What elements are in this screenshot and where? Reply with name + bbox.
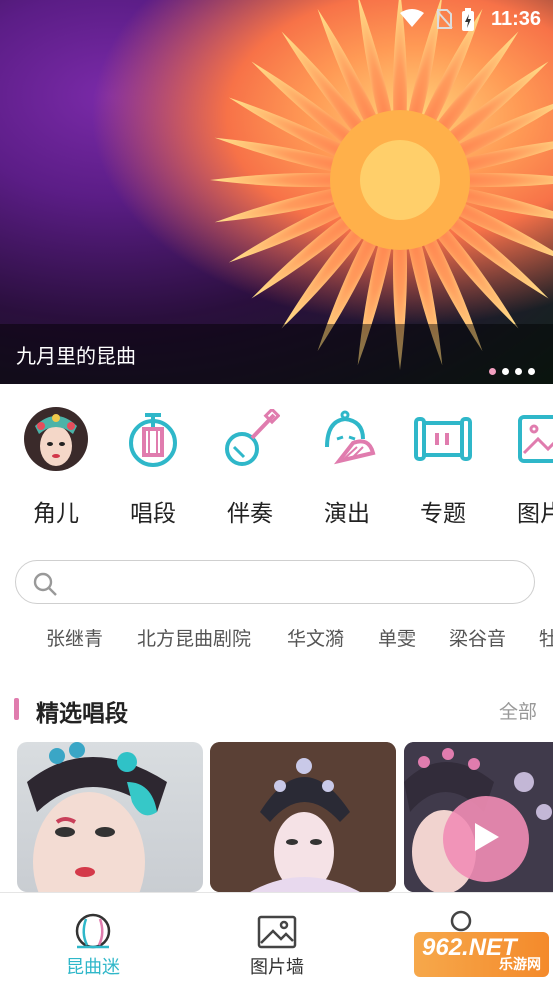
- section-title: 精选唱段: [36, 701, 128, 727]
- category-label: 伴奏: [227, 501, 273, 527]
- carousel-dot[interactable]: [528, 368, 535, 375]
- no-sim-icon: [435, 8, 453, 35]
- opera-mask-fan-icon: [314, 406, 380, 472]
- carousel-dot[interactable]: [515, 368, 522, 375]
- category-tupian[interactable]: 图片: [500, 400, 553, 528]
- picture-icon: [507, 406, 553, 472]
- card-image: [27, 742, 167, 892]
- status-bar: 11:36: [0, 0, 553, 38]
- battery-icon: [461, 8, 475, 37]
- hot-tag[interactable]: 北方昆曲剧院: [137, 624, 251, 650]
- category-zhuanti[interactable]: 专题: [403, 400, 483, 528]
- section-more-link[interactable]: 全部: [499, 697, 537, 724]
- tab-kunqumi[interactable]: 昆曲迷: [28, 893, 158, 984]
- watermark-line2: 乐游网: [499, 956, 541, 972]
- hot-tag[interactable]: 单雯: [378, 624, 416, 650]
- category-label: 图片: [517, 501, 553, 527]
- category-yanchu[interactable]: 演出: [307, 400, 387, 528]
- featured-card[interactable]: [17, 742, 203, 892]
- hot-tag[interactable]: 梁谷音: [449, 624, 506, 650]
- watermark-logo: 962.NET 乐游网: [414, 932, 549, 977]
- featured-card[interactable]: [210, 742, 396, 892]
- hot-tag[interactable]: 张继青: [46, 624, 103, 650]
- play-icon: [471, 821, 501, 857]
- image-gallery-icon: [255, 909, 299, 949]
- instrument-icon: [120, 406, 186, 472]
- search-bar[interactable]: [15, 560, 535, 604]
- search-input[interactable]: [70, 569, 514, 597]
- pipa-icon: [217, 406, 283, 472]
- category-banzou[interactable]: 伴奏: [210, 400, 290, 528]
- category-label: 专题: [420, 501, 466, 527]
- category-label: 演出: [324, 501, 370, 527]
- opera-avatar-icon: [23, 406, 89, 472]
- category-jueer[interactable]: 角儿: [16, 400, 96, 528]
- card-image: [210, 742, 396, 892]
- banner-carousel[interactable]: 11:36 九月里的昆曲: [0, 0, 553, 384]
- carousel-dots: [489, 368, 535, 375]
- category-label: 唱段: [130, 501, 176, 527]
- hot-tag[interactable]: 牡: [539, 624, 553, 650]
- status-time: 11:36: [490, 8, 541, 30]
- carousel-dot[interactable]: [502, 368, 509, 375]
- search-icon: [32, 571, 58, 601]
- category-row: 角儿 唱段 伴奏 演出 专题 图片: [0, 400, 553, 540]
- hot-tags: 张继青 北方昆曲剧院 华文漪 单雯 梁谷音 牡: [0, 624, 553, 650]
- carousel-dot[interactable]: [489, 368, 496, 375]
- banner-caption: 九月里的昆曲: [16, 344, 136, 368]
- hot-tag[interactable]: 华文漪: [287, 624, 344, 650]
- category-changduan[interactable]: 唱段: [113, 400, 193, 528]
- section-accent-bar: [14, 698, 19, 720]
- tab-tupianqiang[interactable]: 图片墙: [212, 893, 342, 984]
- tab-label: 昆曲迷: [66, 957, 120, 978]
- wifi-icon: [399, 8, 425, 33]
- kunqu-fan-icon: [71, 909, 115, 949]
- play-button[interactable]: [443, 796, 529, 882]
- tab-label: 图片墙: [250, 957, 304, 978]
- scroll-icon: [410, 406, 476, 472]
- category-label: 角儿: [33, 501, 79, 527]
